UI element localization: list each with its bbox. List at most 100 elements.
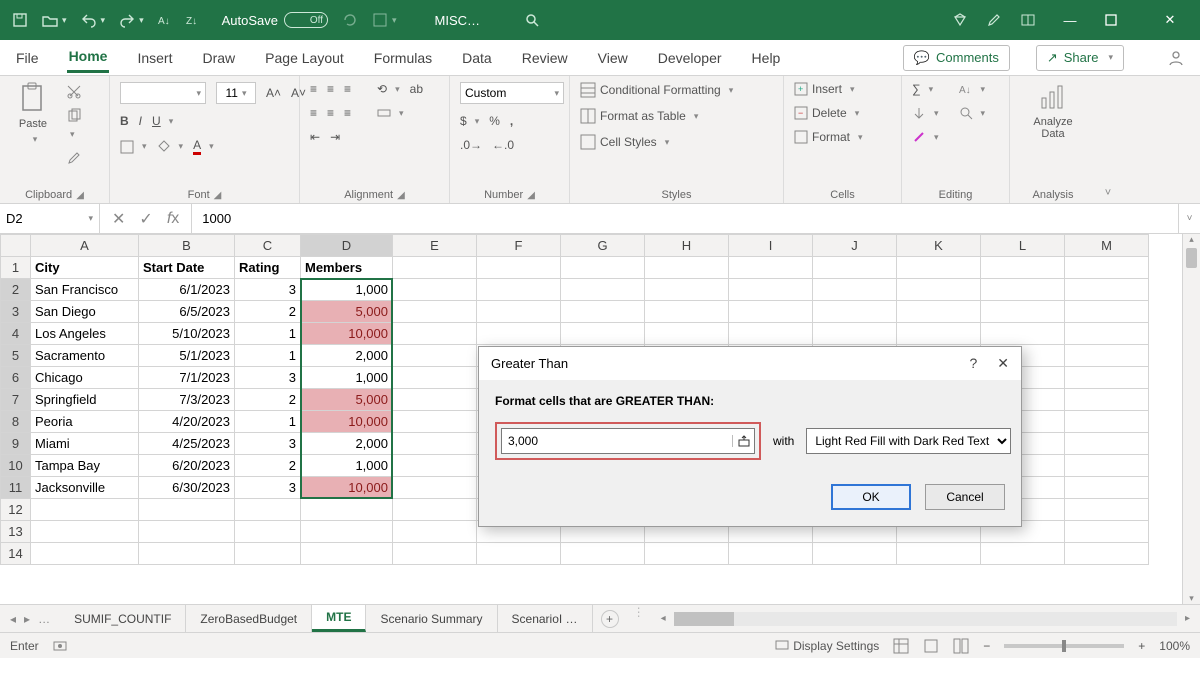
- expand-formula-bar-icon[interactable]: ˅: [1178, 204, 1200, 233]
- tab-help[interactable]: Help: [750, 44, 783, 72]
- sheet-tab-mte[interactable]: MTE: [312, 605, 366, 632]
- row-header-2[interactable]: 2: [1, 279, 31, 301]
- cell-J2[interactable]: [813, 279, 897, 301]
- cell-B13[interactable]: [139, 521, 235, 543]
- cell-B5[interactable]: 5/1/2023: [139, 345, 235, 367]
- cell-B1[interactable]: Start Date: [139, 257, 235, 279]
- cell-M8[interactable]: [1065, 411, 1149, 433]
- cell-A13[interactable]: [31, 521, 139, 543]
- autosum-button[interactable]: ∑▾: [912, 82, 939, 96]
- cell-E10[interactable]: [393, 455, 477, 477]
- cell-styles-button[interactable]: Cell Styles▾: [580, 134, 669, 150]
- decrease-decimal-icon[interactable]: ←.0: [492, 138, 514, 152]
- comma-format-icon[interactable]: ,: [510, 114, 513, 128]
- cancel-formula-icon[interactable]: ✕: [112, 209, 125, 229]
- dialog-help-icon[interactable]: ?: [969, 355, 977, 372]
- increase-indent-icon[interactable]: ⇥: [330, 130, 340, 144]
- cell-E9[interactable]: [393, 433, 477, 455]
- search-icon[interactable]: [524, 12, 540, 28]
- align-right-icon[interactable]: ≡: [344, 106, 351, 120]
- cell-M4[interactable]: [1065, 323, 1149, 345]
- borders-button[interactable]: ▾: [120, 140, 147, 154]
- redo-icon[interactable]: ▾: [119, 12, 144, 28]
- col-header-F[interactable]: F: [477, 235, 561, 257]
- align-center-icon[interactable]: ≡: [327, 106, 334, 120]
- range-picker-icon[interactable]: [732, 435, 754, 447]
- row-header-11[interactable]: 11: [1, 477, 31, 499]
- cell-F1[interactable]: [477, 257, 561, 279]
- fx-icon[interactable]: fx: [167, 210, 179, 228]
- cell-E7[interactable]: [393, 389, 477, 411]
- italic-button[interactable]: I: [139, 114, 142, 128]
- minimize-button[interactable]: ―: [1054, 13, 1086, 28]
- dialog-launcher-icon[interactable]: ◢: [214, 190, 222, 201]
- cell-B12[interactable]: [139, 499, 235, 521]
- cell-G4[interactable]: [561, 323, 645, 345]
- accounting-format-icon[interactable]: $▾: [460, 114, 479, 128]
- format-as-table-button[interactable]: Format as Table▾: [580, 108, 698, 124]
- cell-D10[interactable]: 1,000: [301, 455, 393, 477]
- tab-data[interactable]: Data: [460, 44, 494, 72]
- cell-I14[interactable]: [729, 543, 813, 565]
- ok-button[interactable]: OK: [831, 484, 911, 510]
- cell-M11[interactable]: [1065, 477, 1149, 499]
- sheet-nav-more-icon[interactable]: …: [38, 612, 50, 626]
- cell-C8[interactable]: 1: [235, 411, 301, 433]
- tab-home[interactable]: Home: [67, 42, 110, 73]
- tab-view[interactable]: View: [596, 44, 630, 72]
- col-header-B[interactable]: B: [139, 235, 235, 257]
- cell-B3[interactable]: 6/5/2023: [139, 301, 235, 323]
- col-header-I[interactable]: I: [729, 235, 813, 257]
- cell-F3[interactable]: [477, 301, 561, 323]
- undo-icon[interactable]: ▾: [81, 12, 106, 28]
- row-header-4[interactable]: 4: [1, 323, 31, 345]
- tab-page-layout[interactable]: Page Layout: [263, 44, 346, 72]
- zoom-out-button[interactable]: −: [983, 639, 990, 653]
- cell-M10[interactable]: [1065, 455, 1149, 477]
- cell-A9[interactable]: Miami: [31, 433, 139, 455]
- new-sheet-button[interactable]: +: [601, 610, 619, 628]
- cell-C9[interactable]: 3: [235, 433, 301, 455]
- sheet-nav-next-icon[interactable]: ▸: [24, 612, 30, 626]
- sheet-tab-zerobasedbudget[interactable]: ZeroBasedBudget: [186, 605, 312, 632]
- cell-F2[interactable]: [477, 279, 561, 301]
- cell-K4[interactable]: [897, 323, 981, 345]
- cell-F14[interactable]: [477, 543, 561, 565]
- zoom-level[interactable]: 100%: [1159, 639, 1190, 653]
- number-format-select[interactable]: Custom▾: [460, 82, 564, 104]
- cell-L3[interactable]: [981, 301, 1065, 323]
- cell-E12[interactable]: [393, 499, 477, 521]
- cell-D1[interactable]: Members: [301, 257, 393, 279]
- save-icon[interactable]: [12, 12, 28, 28]
- row-header-12[interactable]: 12: [1, 499, 31, 521]
- cut-icon[interactable]: [66, 84, 82, 100]
- align-middle-icon[interactable]: ≡: [327, 82, 334, 96]
- decrease-indent-icon[interactable]: ⇤: [310, 130, 320, 144]
- cell-M6[interactable]: [1065, 367, 1149, 389]
- analyze-data-button[interactable]: Analyze Data: [1023, 82, 1083, 140]
- cell-C14[interactable]: [235, 543, 301, 565]
- font-color-button[interactable]: A▾: [193, 138, 214, 155]
- conditional-formatting-button[interactable]: Conditional Formatting▾: [580, 82, 733, 98]
- close-button[interactable]: ✕: [1154, 12, 1186, 28]
- app-switcher-icon[interactable]: [1020, 12, 1036, 28]
- cell-K14[interactable]: [897, 543, 981, 565]
- cell-E3[interactable]: [393, 301, 477, 323]
- cell-D6[interactable]: 1,000: [301, 367, 393, 389]
- cell-C13[interactable]: [235, 521, 301, 543]
- sheet-nav-prev-icon[interactable]: ◂: [10, 612, 16, 626]
- col-header-D[interactable]: D: [301, 235, 393, 257]
- font-family-select[interactable]: ▾: [120, 82, 206, 104]
- insert-cells-button[interactable]: + Insert▾: [794, 82, 855, 96]
- row-header-5[interactable]: 5: [1, 345, 31, 367]
- row-header-8[interactable]: 8: [1, 411, 31, 433]
- cell-E5[interactable]: [393, 345, 477, 367]
- cell-A4[interactable]: Los Angeles: [31, 323, 139, 345]
- view-normal-icon[interactable]: [893, 638, 909, 654]
- row-header-9[interactable]: 9: [1, 433, 31, 455]
- tab-insert[interactable]: Insert: [135, 44, 174, 72]
- cell-J14[interactable]: [813, 543, 897, 565]
- cell-J4[interactable]: [813, 323, 897, 345]
- cell-A8[interactable]: Peoria: [31, 411, 139, 433]
- cell-B2[interactable]: 6/1/2023: [139, 279, 235, 301]
